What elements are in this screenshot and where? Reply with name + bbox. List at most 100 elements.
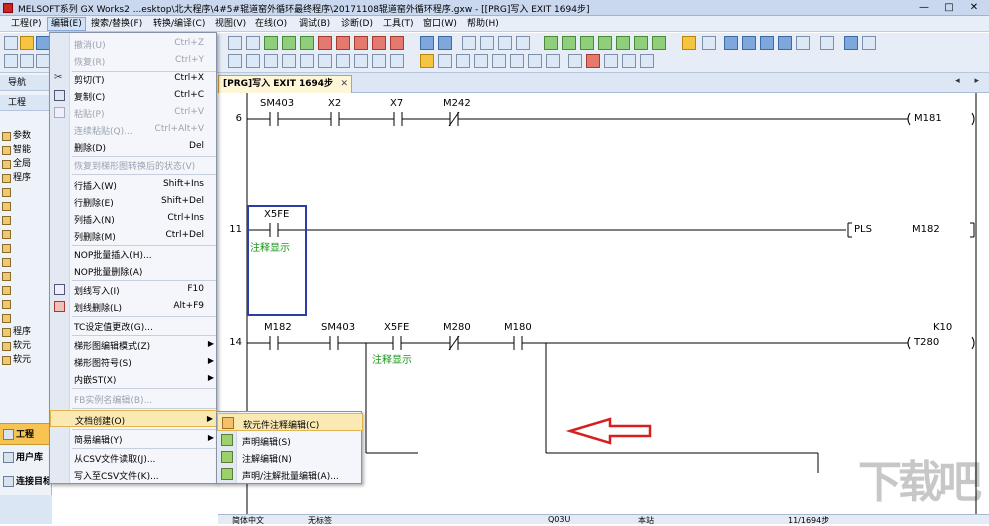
draw-icon-1[interactable] [456, 54, 470, 68]
tree-item-program[interactable]: 程序 [2, 171, 31, 185]
nav-button-connection[interactable]: 连接目标 [0, 471, 52, 493]
tree-item[interactable] [2, 213, 31, 227]
comment-icon[interactable] [568, 54, 582, 68]
menu-item-delete-column[interactable]: 列删除(M) Ctrl+Del [50, 227, 218, 244]
cf10-line-icon[interactable] [390, 54, 404, 68]
tree-item[interactable] [2, 185, 31, 199]
menu-project[interactable]: 工程(P) [8, 17, 44, 31]
online-icon-6[interactable] [634, 36, 648, 50]
submenu-item-statement-edit[interactable]: 声明编辑(S) [217, 431, 363, 449]
tree-item[interactable] [2, 311, 31, 325]
menu-item-line-write[interactable]: 划线写入(I) F10 [50, 281, 218, 298]
online-icon-5[interactable] [616, 36, 630, 50]
note-icon[interactable] [604, 54, 618, 68]
search-icon[interactable] [820, 36, 834, 50]
ladder-icon-5[interactable] [336, 36, 350, 50]
menu-item-tc-setting[interactable]: TC设定值更改(G)... [50, 317, 218, 334]
online-icon-1[interactable] [544, 36, 558, 50]
menu-item-insert-row[interactable]: 行插入(W) Shift+Ins [50, 176, 218, 193]
tree-item[interactable] [2, 297, 31, 311]
menu-item-insert-column[interactable]: 列插入(N) Ctrl+Ins [50, 210, 218, 227]
tree-item[interactable] [2, 227, 31, 241]
tool-icon-1[interactable] [462, 36, 476, 50]
menu-item-undo[interactable]: 撤消(U) Ctrl+Z [50, 35, 218, 52]
tab-prg-exit[interactable]: [PRG]写入 EXIT 1694步 ✕ [218, 75, 353, 93]
binoculars-icon[interactable] [862, 36, 876, 50]
cf9-line-icon[interactable] [372, 54, 386, 68]
sf5-icon[interactable] [20, 54, 34, 68]
menu-find-replace[interactable]: 搜索/替换(F) [88, 17, 145, 31]
f7-coil-icon[interactable] [300, 54, 314, 68]
online-icon-2[interactable] [562, 36, 576, 50]
menu-item-restore-ladder[interactable]: 恢复到梯形图转换后的状态(V) [50, 156, 218, 173]
f8-instruction-icon[interactable] [318, 54, 332, 68]
ladder-icon-7[interactable] [372, 36, 386, 50]
online-icon-7[interactable] [652, 36, 666, 50]
ladder-icon-2[interactable] [282, 36, 296, 50]
menu-item-copy[interactable]: 复制(C) Ctrl+C [50, 87, 218, 104]
window-icon-2[interactable] [742, 36, 756, 50]
watch-icon[interactable] [702, 36, 716, 50]
read-mode-icon[interactable] [438, 54, 452, 68]
monitor-icon[interactable] [682, 36, 696, 50]
menu-item-cut[interactable]: ✂ 剪切(T) Ctrl+X [50, 70, 218, 87]
menu-item-read-csv[interactable]: 从CSV文件读取(J)... [50, 449, 218, 466]
write-mode-icon[interactable] [420, 54, 434, 68]
f9-line-icon[interactable] [336, 54, 350, 68]
menu-item-redo[interactable]: 恢复(R) Ctrl+Y [50, 52, 218, 69]
menu-convert-compile[interactable]: 转换/编译(C) [150, 17, 208, 31]
menu-online[interactable]: 在线(O) [252, 17, 290, 31]
nav-button-project[interactable]: 工程 [0, 423, 52, 445]
compile-icon[interactable] [438, 36, 452, 50]
minimize-button[interactable]: — [912, 1, 936, 15]
nav-button-user-library[interactable]: 用户库 [0, 447, 52, 469]
f6-icon[interactable] [36, 54, 50, 68]
ladder-icon-1[interactable] [264, 36, 278, 50]
sf9-line-icon[interactable] [354, 54, 368, 68]
ladder-icon-8[interactable] [390, 36, 404, 50]
menu-item-paste[interactable]: 粘贴(P) Ctrl+V [50, 104, 218, 121]
menu-item-write-csv[interactable]: 写入至CSV文件(K)... [50, 466, 218, 483]
ladder-icon-4[interactable] [318, 36, 332, 50]
tree-item-program-2[interactable]: 程序 [2, 325, 31, 339]
menu-debug[interactable]: 调试(B) [296, 17, 333, 31]
tree-item[interactable] [2, 199, 31, 213]
redo-icon[interactable] [246, 36, 260, 50]
f5-contact-icon[interactable] [228, 54, 242, 68]
online-icon-4[interactable] [598, 36, 612, 50]
menu-item-simple-edit[interactable]: 简易编辑(Y) ▶ [50, 430, 218, 447]
open-icon[interactable] [20, 36, 34, 50]
draw-icon-3[interactable] [492, 54, 506, 68]
menu-item-line-delete[interactable]: 划线删除(L) Alt+F9 [50, 298, 218, 315]
sf6-contact-icon[interactable] [282, 54, 296, 68]
tree-item-parameter[interactable]: 参数 [2, 129, 31, 143]
menu-window[interactable]: 窗口(W) [420, 17, 460, 31]
submenu-item-batch-edit[interactable]: 声明/注解批量编辑(A)... [217, 465, 363, 483]
tree-item-device[interactable]: 软元 [2, 339, 31, 353]
menu-item-ladder-symbol[interactable]: 梯形图符号(S) ▶ [50, 353, 218, 370]
window-icon-3[interactable] [760, 36, 774, 50]
convert-icon[interactable] [420, 36, 434, 50]
menu-diagnostics[interactable]: 诊断(D) [338, 17, 376, 31]
f6-contact-icon[interactable] [264, 54, 278, 68]
menu-help[interactable]: 帮助(H) [464, 17, 502, 31]
tree-item-intelligent[interactable]: 智能 [2, 143, 31, 157]
tab-scroll-arrows[interactable]: ◂ ▸ [955, 76, 985, 86]
close-button[interactable]: ✕ [962, 1, 986, 15]
window-icon-4[interactable] [778, 36, 792, 50]
window-icon-1[interactable] [724, 36, 738, 50]
ladder-icon-3[interactable] [300, 36, 314, 50]
tab-close-icon[interactable]: ✕ [340, 76, 348, 93]
menu-view[interactable]: 视图(V) [212, 17, 249, 31]
ladder-icon-6[interactable] [354, 36, 368, 50]
menu-item-ladder-edit-mode[interactable]: 梯形图编辑模式(Z) ▶ [50, 336, 218, 353]
sf5-contact-icon[interactable] [246, 54, 260, 68]
tree-item-device-2[interactable]: 软元 [2, 353, 31, 367]
statement-icon[interactable] [586, 54, 600, 68]
new-icon[interactable] [4, 36, 18, 50]
draw-icon-5[interactable] [528, 54, 542, 68]
tree-item[interactable] [2, 283, 31, 297]
tree-item[interactable] [2, 255, 31, 269]
tree-item-global[interactable]: 全局 [2, 157, 31, 171]
menu-edit[interactable]: 编辑(E) [47, 17, 86, 31]
